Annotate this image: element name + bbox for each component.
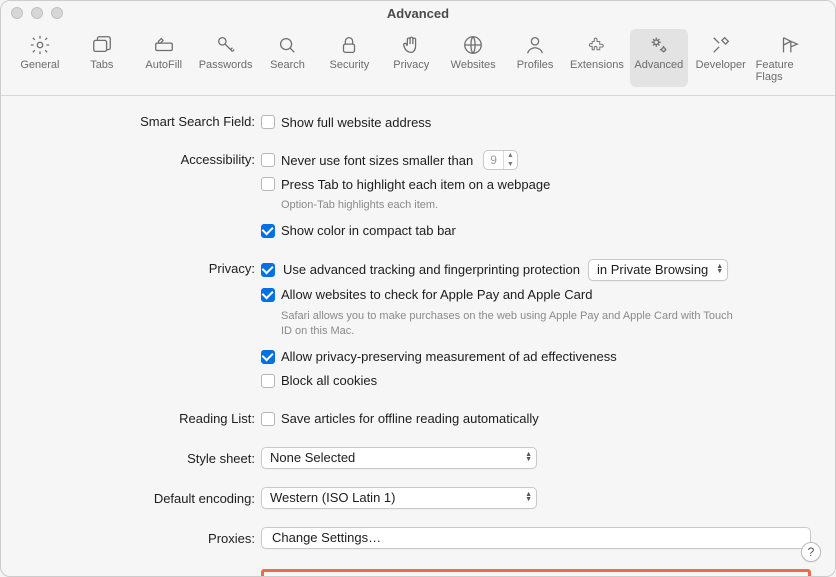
flags-icon <box>777 33 801 57</box>
preferences-window: Advanced General Tabs AutoFill Passwords… <box>0 0 836 577</box>
hand-icon <box>399 33 423 57</box>
label-proxies: Proxies: <box>25 527 261 546</box>
lock-icon <box>337 33 361 57</box>
text-tracking-protection: Use advanced tracking and fingerprinting… <box>283 262 580 277</box>
tab-search[interactable]: Search <box>259 29 317 87</box>
label-default-encoding: Default encoding: <box>25 487 261 506</box>
chevron-down-icon: ▼ <box>504 160 517 169</box>
checkbox-block-cookies[interactable] <box>261 374 275 388</box>
checkbox-tracking-protection[interactable] <box>261 263 275 277</box>
checkbox-show-full-address[interactable] <box>261 115 275 129</box>
text-press-tab: Press Tab to highlight each item on a we… <box>281 177 550 192</box>
checkbox-press-tab[interactable] <box>261 177 275 191</box>
tab-label: Search <box>270 59 305 71</box>
tab-advanced[interactable]: Advanced <box>630 29 688 87</box>
tab-label: General <box>20 59 59 71</box>
updown-chevron-icon: ▲▼ <box>716 265 723 275</box>
label-smart-search: Smart Search Field: <box>25 112 261 129</box>
preferences-toolbar: General Tabs AutoFill Passwords Search S… <box>1 25 835 96</box>
wrench-hammer-icon <box>709 33 733 57</box>
text-block-cookies: Block all cookies <box>281 373 377 388</box>
tab-label: AutoFill <box>145 59 182 71</box>
text-apple-pay: Allow websites to check for Apple Pay an… <box>281 287 592 302</box>
close-window-button[interactable] <box>11 7 23 19</box>
content-area: Smart Search Field: Show full website ad… <box>1 96 835 577</box>
text-compact-color: Show color in compact tab bar <box>281 223 456 238</box>
text-font-sizes: Never use font sizes smaller than <box>281 153 473 168</box>
tab-profiles[interactable]: Profiles <box>506 29 564 87</box>
highlight-developer-row: Show features for web developers <box>261 569 811 577</box>
text-ad-measurement: Allow privacy-preserving measurement of … <box>281 349 617 364</box>
checkbox-ad-measurement[interactable] <box>261 350 275 364</box>
checkbox-font-sizes[interactable] <box>261 153 275 167</box>
tab-websites[interactable]: Websites <box>444 29 502 87</box>
tab-autofill[interactable]: AutoFill <box>135 29 193 87</box>
titlebar: Advanced <box>1 1 835 25</box>
pencil-field-icon <box>152 33 176 57</box>
tabs-icon <box>90 33 114 57</box>
help-button[interactable]: ? <box>801 542 821 562</box>
label-accessibility: Accessibility: <box>25 150 261 167</box>
tab-label: Extensions <box>570 59 624 71</box>
key-icon <box>214 33 238 57</box>
puzzle-icon <box>585 33 609 57</box>
checkbox-save-offline[interactable] <box>261 412 275 426</box>
tab-tabs[interactable]: Tabs <box>73 29 131 87</box>
help-apple-pay: Safari allows you to make purchases on t… <box>261 309 741 339</box>
traffic-lights <box>11 7 63 19</box>
tab-feature-flags[interactable]: Feature Flags <box>754 29 825 87</box>
tab-passwords[interactable]: Passwords <box>197 29 255 87</box>
label-style-sheet: Style sheet: <box>25 447 261 466</box>
font-size-value: 9 <box>484 153 503 167</box>
label-reading-list: Reading List: <box>25 409 261 426</box>
tab-label: Privacy <box>393 59 429 71</box>
updown-chevron-icon: ▲▼ <box>525 453 532 463</box>
label-privacy: Privacy: <box>25 259 261 276</box>
button-change-proxy-settings-label: Change Settings… <box>272 530 381 545</box>
zoom-window-button[interactable] <box>51 7 63 19</box>
text-show-full-address: Show full website address <box>281 115 431 130</box>
tab-extensions[interactable]: Extensions <box>568 29 626 87</box>
tab-security[interactable]: Security <box>320 29 378 87</box>
select-default-encoding[interactable]: Western (ISO Latin 1) ▲▼ <box>261 487 537 509</box>
font-size-stepper[interactable]: 9 ▲▼ <box>483 150 518 170</box>
updown-chevron-icon: ▲▼ <box>525 493 532 503</box>
tab-label: Websites <box>451 59 496 71</box>
tab-label: Developer <box>696 59 746 71</box>
text-save-offline: Save articles for offline reading automa… <box>281 411 539 426</box>
tab-label: Tabs <box>90 59 113 71</box>
gears-icon <box>647 33 671 57</box>
select-style-sheet-value: None Selected <box>270 450 355 465</box>
chevron-up-icon: ▲ <box>504 151 517 160</box>
help-button-label: ? <box>808 545 815 559</box>
button-change-proxy-settings[interactable]: Change Settings… <box>261 527 811 549</box>
help-option-tab: Option-Tab highlights each item. <box>261 198 741 213</box>
tab-general[interactable]: General <box>11 29 69 87</box>
tab-label: Profiles <box>517 59 554 71</box>
select-tracking-mode[interactable]: in Private Browsing ▲▼ <box>588 259 728 281</box>
window-title: Advanced <box>387 6 449 21</box>
gear-icon <box>28 33 52 57</box>
select-default-encoding-value: Western (ISO Latin 1) <box>270 490 395 505</box>
tab-label: Security <box>330 59 370 71</box>
minimize-window-button[interactable] <box>31 7 43 19</box>
checkbox-apple-pay[interactable] <box>261 288 275 302</box>
tab-label: Feature Flags <box>756 59 823 83</box>
tab-developer[interactable]: Developer <box>692 29 750 87</box>
person-icon <box>523 33 547 57</box>
select-tracking-mode-value: in Private Browsing <box>597 262 708 277</box>
search-icon <box>275 33 299 57</box>
select-style-sheet[interactable]: None Selected ▲▼ <box>261 447 537 469</box>
tab-privacy[interactable]: Privacy <box>382 29 440 87</box>
tab-label: Passwords <box>199 59 253 71</box>
label-empty <box>25 567 261 569</box>
tab-label: Advanced <box>634 59 683 71</box>
checkbox-compact-color[interactable] <box>261 224 275 238</box>
globe-icon <box>461 33 485 57</box>
